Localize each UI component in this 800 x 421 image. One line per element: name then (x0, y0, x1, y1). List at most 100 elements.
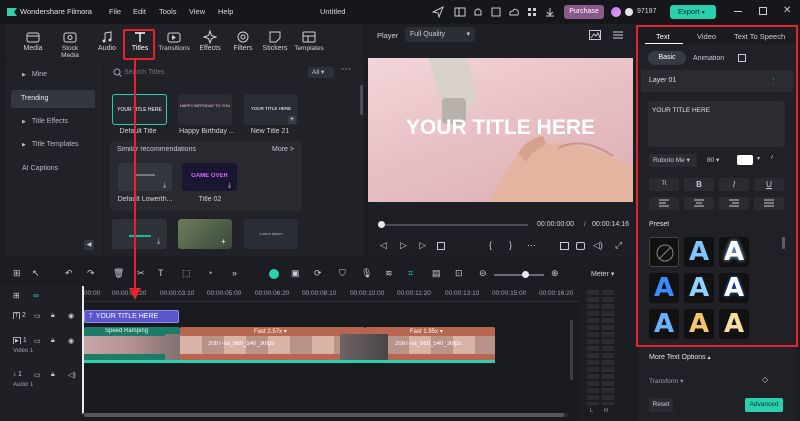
magnet-icon[interactable]: ⌗ (408, 268, 413, 279)
crop-icon[interactable]: ⬚ (182, 268, 191, 279)
menu-file[interactable]: File (109, 7, 121, 16)
purchase-button[interactable]: Purchase (564, 5, 604, 19)
mark-out-icon[interactable]: } (509, 240, 512, 250)
link-icon[interactable]: ∞ (33, 291, 39, 300)
menu-view[interactable]: View (189, 7, 205, 16)
folder-icon[interactable]: ▭ (34, 371, 41, 379)
add-icon[interactable]: + (288, 116, 296, 124)
text-tool-icon[interactable]: T (158, 268, 164, 278)
title-thumb-row3-c[interactable]: Lorem ipsum (244, 219, 298, 249)
display-icon[interactable] (560, 242, 569, 250)
more-text-options[interactable]: More Text Options ▴ (649, 354, 711, 361)
zoom-in-icon[interactable]: ⊕ (551, 268, 559, 279)
export-button[interactable]: Export ▾ (670, 5, 716, 19)
bell-icon[interactable] (472, 6, 484, 18)
playback-progress-handle[interactable] (378, 221, 385, 228)
lock-icon[interactable]: 🔒︎ (51, 312, 55, 320)
playhead[interactable] (82, 286, 84, 414)
menu-edit[interactable]: Edit (133, 7, 146, 16)
timeline-scrollbar-thumb[interactable] (84, 413, 564, 417)
zoom-slider-handle[interactable] (522, 271, 529, 278)
transform-section[interactable]: Transform ▾ (649, 377, 683, 385)
shield-icon[interactable]: ⛉ (339, 268, 346, 279)
send-icon[interactable] (432, 6, 444, 18)
more-link[interactable]: More > (272, 146, 294, 153)
browser-scrollbar[interactable] (360, 85, 363, 115)
play-icon[interactable]: ▷ (419, 240, 426, 251)
minimize-icon[interactable] (734, 11, 742, 12)
redo-icon[interactable]: ↷ (87, 268, 95, 279)
zoom-out-icon[interactable]: ⊖ (479, 268, 487, 279)
sidebar-item-trending[interactable]: Trending (11, 90, 95, 108)
cloud-icon[interactable] (508, 6, 520, 18)
microphone-icon[interactable]: 🎙 (361, 268, 372, 279)
select-tool-icon[interactable]: ↖ (32, 268, 40, 279)
fit-icon[interactable]: ⊡ (455, 268, 463, 279)
playback-loop-icon[interactable]: ⟳ (314, 268, 322, 279)
stop-icon[interactable] (437, 242, 445, 250)
more-controls-icon[interactable]: ⋯ (527, 240, 536, 251)
download-icon[interactable]: ⤓ (163, 182, 166, 190)
sidebar-item-title-effects[interactable]: ▶ Title Effects (12, 113, 98, 131)
quality-dropdown[interactable]: Full Quality ▾ (405, 27, 475, 42)
more-options-icon[interactable] (612, 30, 624, 40)
more-tools-icon[interactable]: » (232, 268, 237, 278)
title-thumb-happy-birthday[interactable]: HAPPY BIRTHDAY TO YOU (178, 94, 232, 125)
prev-frame-icon[interactable]: ◁ (380, 240, 387, 251)
tab-media[interactable]: Media (16, 28, 50, 60)
folder-icon[interactable]: ▭ (34, 312, 41, 320)
volume-icon[interactable]: ◁) (593, 240, 603, 251)
layout-icon[interactable] (454, 6, 466, 18)
apps-icon[interactable] (526, 6, 538, 18)
sticker-track-icon[interactable]: ▤ (432, 268, 441, 279)
timeline-vertical-scrollbar[interactable] (570, 320, 573, 380)
render-icon[interactable]: ▣ (291, 268, 300, 279)
voiceover-icon[interactable]: ≋ (385, 268, 393, 279)
snapshot-icon[interactable] (576, 242, 585, 250)
avatar[interactable] (611, 7, 621, 17)
zoom-slider[interactable] (494, 274, 544, 276)
delete-icon[interactable]: 🗑 (113, 268, 124, 279)
eye-icon[interactable]: ◉ (68, 337, 74, 345)
speed-icon[interactable]: ◔ (207, 268, 212, 278)
add-track-icon[interactable]: ⊞ (13, 291, 20, 300)
tab-audio[interactable]: Audio (90, 28, 124, 60)
sidebar-item-title-templates[interactable]: ▶ Title Templates (12, 136, 98, 154)
advanced-button[interactable]: Advanced (745, 398, 783, 412)
tab-transitions[interactable]: Transitions (157, 28, 191, 60)
search-input[interactable] (124, 66, 274, 79)
speaker-icon[interactable]: ◁) (68, 371, 76, 379)
sidebar-item-mine[interactable]: ▶ Mine (12, 66, 98, 84)
keyframe-icon[interactable]: ◇ (762, 375, 768, 384)
close-icon[interactable]: ✕ (783, 5, 791, 16)
undo-icon[interactable]: ↶ (65, 268, 73, 279)
folder-icon[interactable]: ▭ (34, 337, 41, 345)
more-options-icon[interactable]: ⋯ (341, 64, 351, 75)
tab-filters[interactable]: Filters (226, 28, 260, 60)
lock-icon[interactable]: 🔒︎ (51, 371, 55, 379)
maximize-icon[interactable] (759, 7, 767, 15)
meter-label[interactable]: Meter ▾ (591, 270, 614, 278)
video-preview[interactable]: YOUR TITLE HERE (368, 58, 633, 202)
fullscreen-icon[interactable]: ⤢ (615, 240, 622, 251)
title-clip[interactable]: T YOUR TITLE HERE (84, 310, 179, 323)
menu-tools[interactable]: Tools (159, 7, 177, 16)
download-icon[interactable] (544, 6, 556, 18)
layout-grid-icon[interactable]: ⊞ (13, 268, 21, 279)
snapshot-view-icon[interactable] (589, 30, 601, 40)
tab-templates[interactable]: Templates (291, 28, 327, 60)
eye-icon[interactable]: ◉ (68, 312, 74, 320)
playback-progress-track[interactable] (380, 224, 528, 226)
save-icon[interactable] (490, 6, 502, 18)
play-frame-icon[interactable]: ▷ (400, 240, 407, 251)
mark-in-icon[interactable]: { (489, 240, 492, 250)
sidebar-item-ai-captions[interactable]: AI Captions (12, 160, 98, 178)
tab-stickers[interactable]: Stickers (258, 28, 292, 60)
tab-stock-media[interactable]: Stock Media (53, 28, 87, 60)
menu-help[interactable]: Help (218, 7, 233, 16)
filter-dropdown[interactable]: All ▾ (308, 67, 334, 78)
download-icon[interactable]: ⤓ (157, 238, 160, 246)
download-icon[interactable]: ⤓ (228, 182, 231, 190)
video-title-overlay[interactable]: YOUR TITLE HERE (368, 116, 633, 140)
lock-icon[interactable]: 🔒︎ (51, 337, 55, 345)
